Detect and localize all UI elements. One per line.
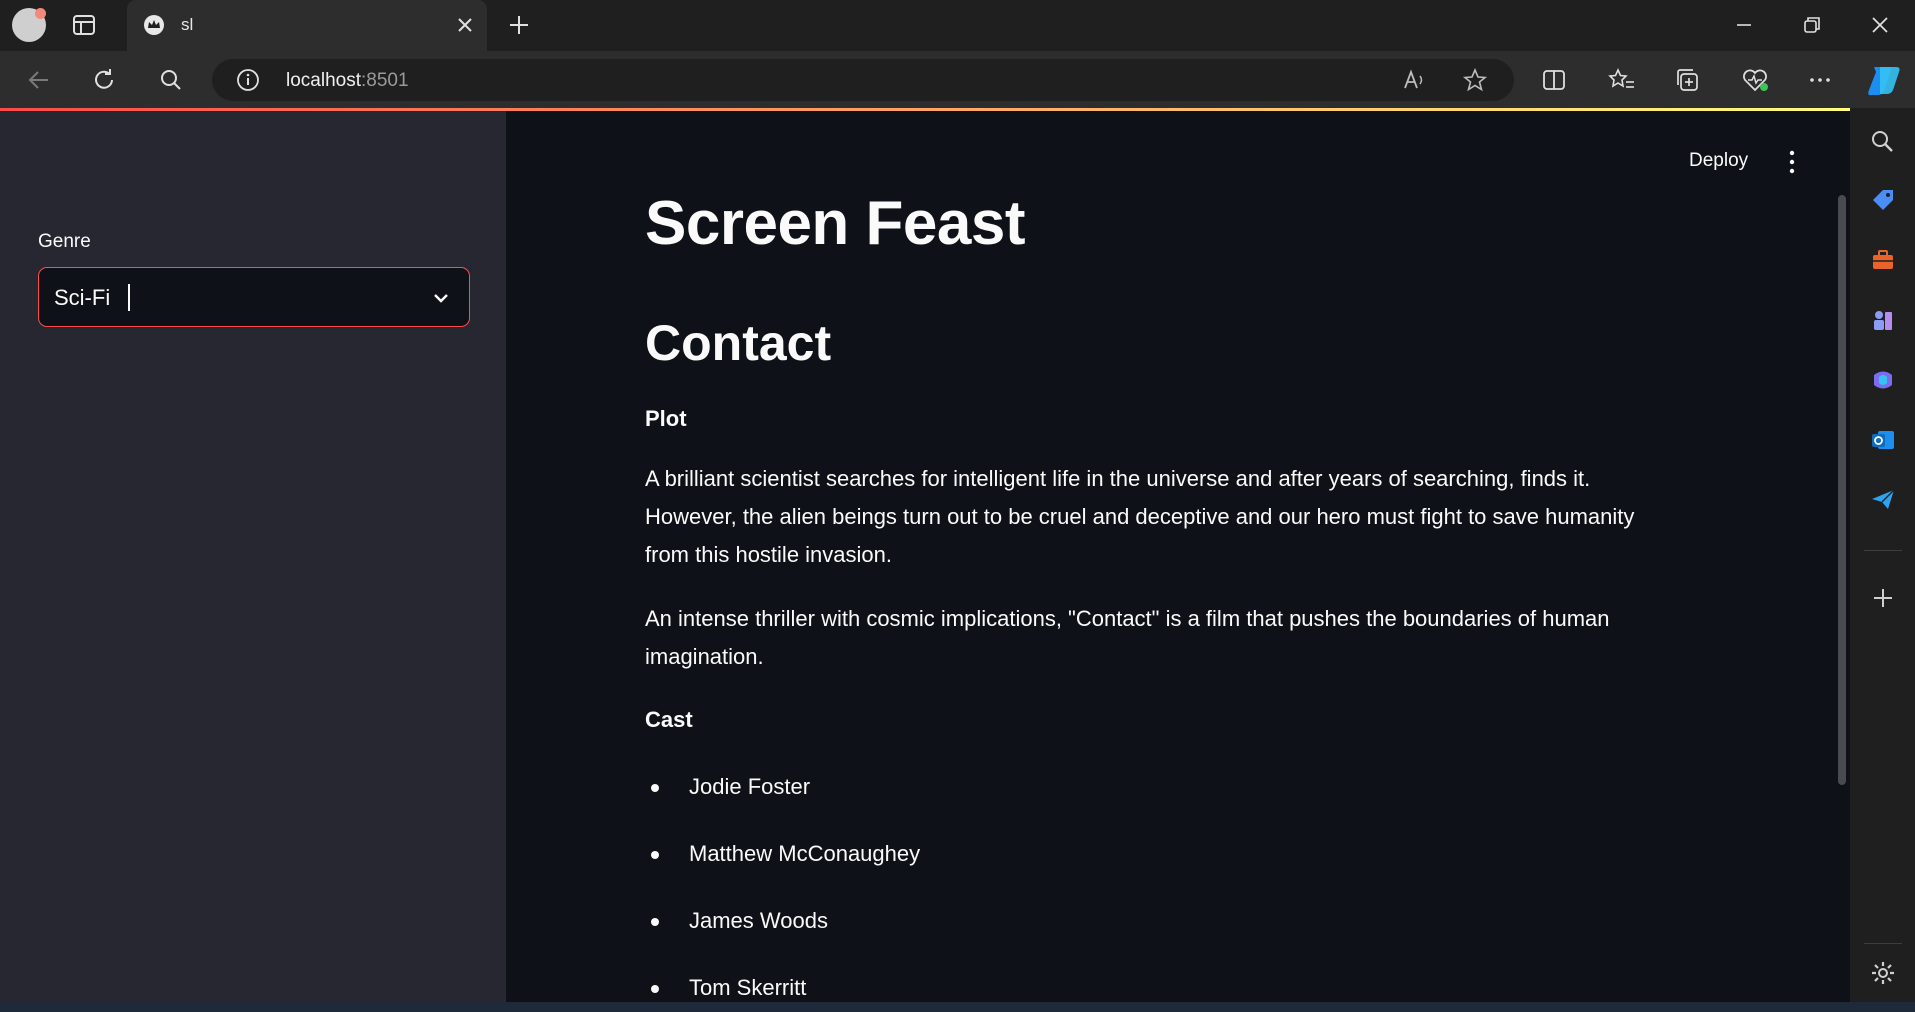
new-tab-icon[interactable] (507, 13, 531, 37)
taskbar-edge (0, 1002, 1915, 1012)
cast-heading: Cast (645, 707, 693, 732)
tab-title: sl (181, 15, 194, 34)
copilot-icon[interactable] (1866, 63, 1902, 97)
split-screen-icon[interactable] (1541, 67, 1567, 93)
chevron-down-icon[interactable] (431, 288, 451, 308)
profile-avatar[interactable] (12, 8, 46, 42)
add-app-icon[interactable] (1870, 585, 1896, 611)
read-aloud-icon[interactable] (1402, 68, 1428, 92)
tab-actions-icon[interactable] (72, 14, 96, 36)
bullet-icon (651, 985, 659, 993)
favorites-icon[interactable] (1608, 67, 1636, 93)
more-options-icon[interactable] (1807, 67, 1833, 93)
address-bar[interactable]: localhost:8501 (212, 59, 1514, 101)
app-title: Screen Feast (645, 189, 1026, 258)
favorite-star-icon[interactable] (1462, 68, 1488, 92)
cast-list-item: James Woods (689, 908, 828, 933)
notification-dot-icon (35, 8, 46, 19)
app-menu-icon[interactable] (1784, 149, 1800, 175)
games-chess-icon[interactable] (1870, 307, 1896, 333)
cast-list-item: Jodie Foster (689, 774, 811, 799)
tools-briefcase-icon[interactable] (1870, 247, 1896, 273)
settings-gear-icon[interactable] (1870, 960, 1896, 986)
browser-essentials-heart-icon[interactable] (1741, 67, 1769, 93)
browser-title-bar: sl (0, 0, 1915, 51)
bullet-icon (651, 784, 659, 792)
collections-icon[interactable] (1674, 67, 1700, 93)
shopping-tag-icon[interactable] (1870, 187, 1896, 213)
main-scrollbar[interactable] (1838, 195, 1846, 785)
back-icon[interactable] (26, 67, 52, 93)
deploy-button[interactable]: Deploy (1689, 150, 1748, 172)
cast-list-item: Tom Skerritt (689, 975, 807, 1000)
outlook-icon[interactable] (1870, 427, 1896, 453)
sidebar-search-icon[interactable] (1870, 129, 1896, 155)
sidebar-divider (1864, 550, 1902, 551)
genre-select[interactable]: Sci-Fi (38, 267, 470, 327)
genre-select-value: Sci-Fi (54, 285, 111, 310)
genre-label: Genre (38, 231, 91, 252)
restore-icon[interactable] (1800, 13, 1824, 37)
search-icon[interactable] (158, 67, 184, 93)
site-info-icon[interactable] (236, 68, 260, 92)
movie-title: Contact (645, 315, 832, 371)
bullet-icon (651, 851, 659, 859)
refresh-icon[interactable] (91, 67, 117, 93)
edge-sidebar (1850, 108, 1915, 1002)
browser-toolbar: localhost:8501 (0, 51, 1915, 108)
copilot-app-icon[interactable] (1870, 367, 1896, 393)
browser-tab[interactable]: sl (127, 0, 487, 51)
bullet-icon (651, 918, 659, 926)
minimize-icon[interactable] (1732, 13, 1756, 37)
close-tab-icon[interactable] (453, 13, 477, 37)
plot-heading: Plot (645, 406, 687, 431)
text-cursor (128, 284, 130, 311)
plot-paragraph-2: An intense thriller with cosmic implicat… (645, 606, 1610, 669)
url-text: localhost:8501 (286, 70, 409, 91)
plot-paragraph-1: A brilliant scientist searches for intel… (645, 466, 1635, 567)
send-telegram-icon[interactable] (1870, 487, 1896, 513)
close-window-icon[interactable] (1868, 13, 1892, 37)
streamlit-crown-icon (144, 15, 164, 35)
sidebar-divider (1864, 943, 1902, 944)
cast-list-item: Matthew McConaughey (689, 841, 921, 866)
